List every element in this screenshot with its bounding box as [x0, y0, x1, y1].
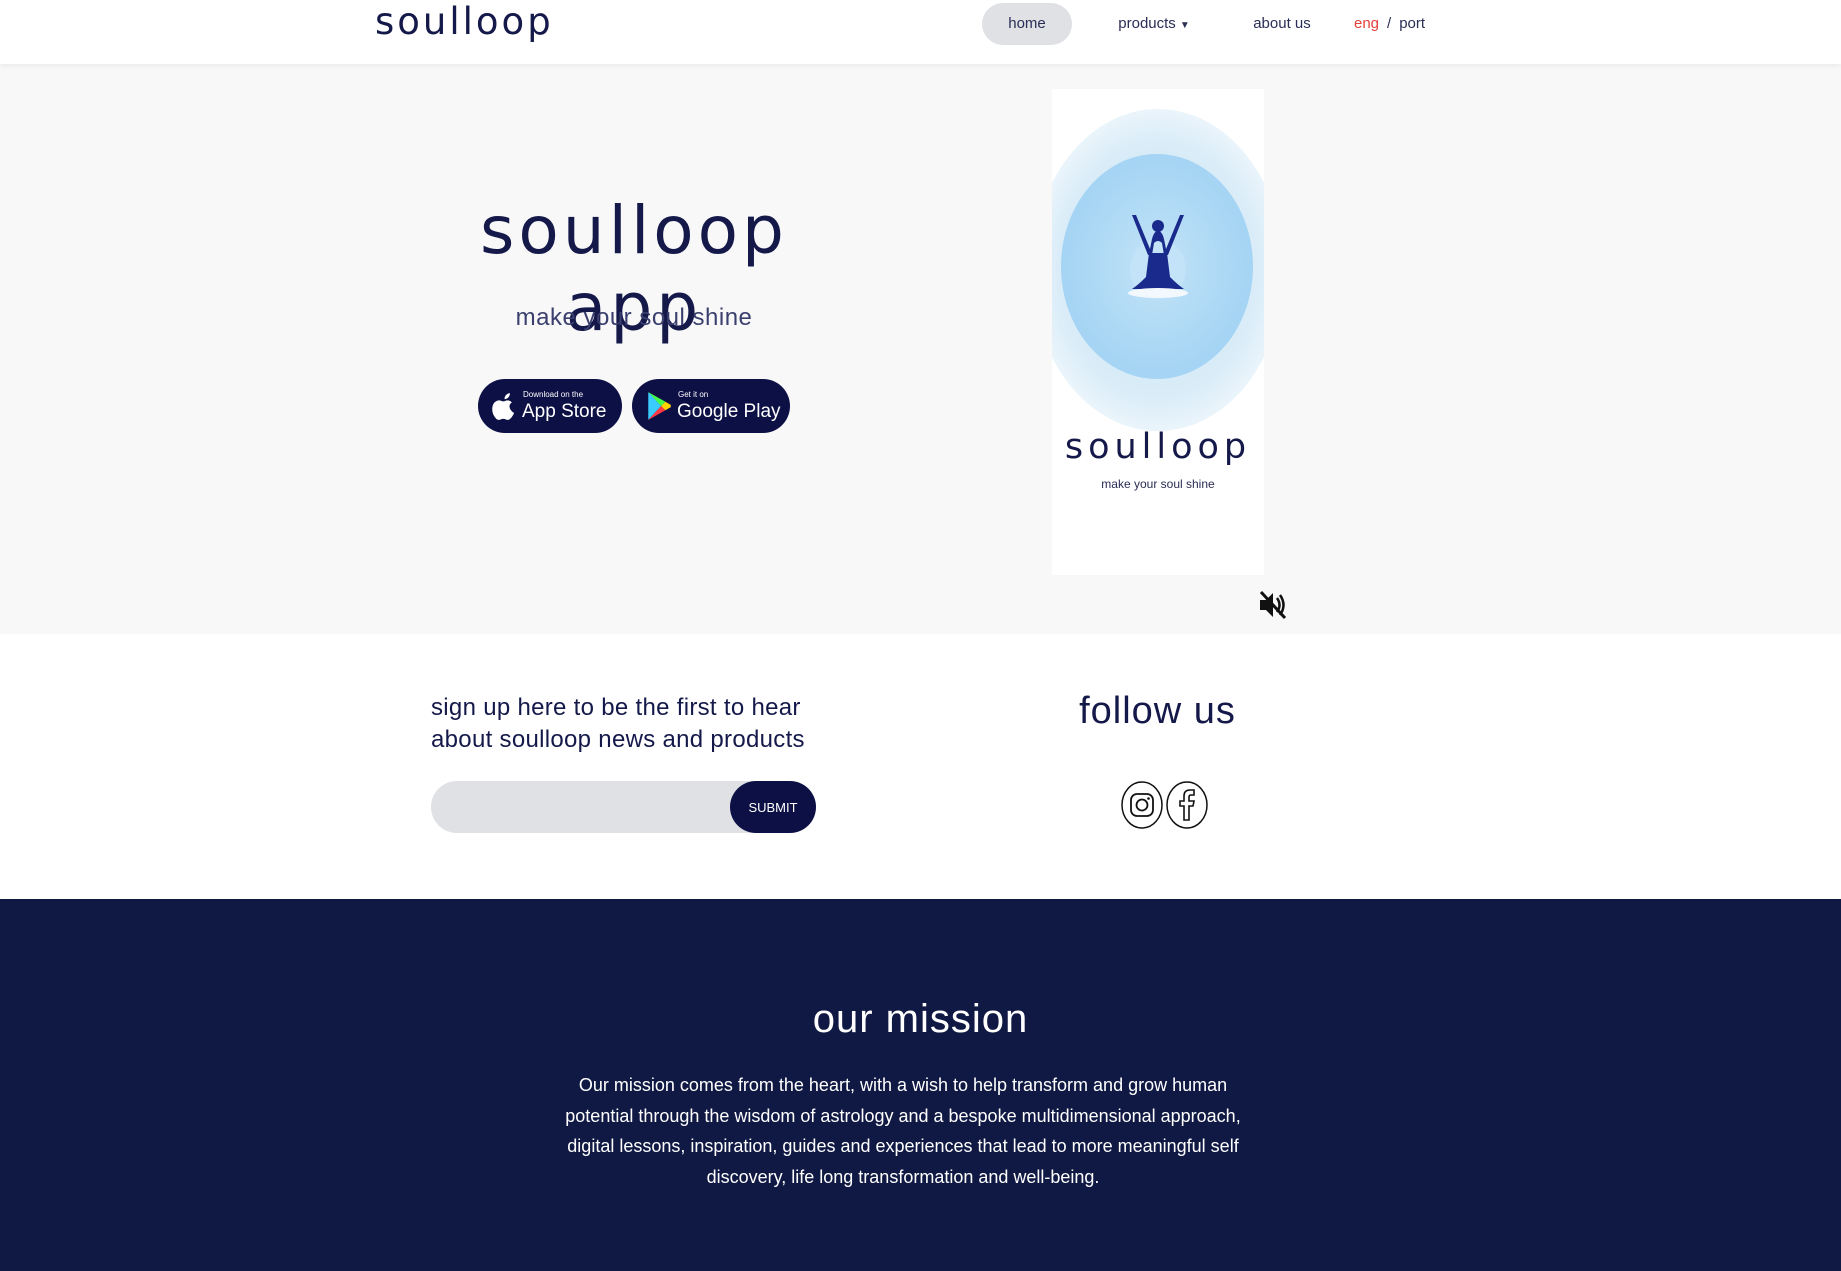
app-store-button[interactable]: Download on the App Store: [478, 379, 622, 433]
meditating-figure-icon: [1128, 215, 1188, 299]
hero-tagline: make your soul shine: [515, 304, 753, 331]
signup-form: SUBMIT: [431, 781, 816, 835]
chevron-down-icon: ▼: [1179, 20, 1190, 31]
hero-section: soulloop app make your soul shine Downlo…: [0, 64, 1841, 634]
google-play-icon: [648, 392, 671, 420]
google-play-label: Google Play: [677, 401, 781, 422]
site-logo[interactable]: soulloop: [375, 0, 554, 43]
nav-home[interactable]: home: [982, 3, 1072, 45]
mission-text: Our mission comes from the heart, with a…: [565, 1075, 1241, 1187]
promo-video[interactable]: soulloop make your soul shine: [1052, 89, 1264, 575]
video-brand: soulloop: [1064, 427, 1252, 467]
nav-about-us[interactable]: about us: [1232, 3, 1332, 45]
email-field[interactable]: [449, 781, 743, 835]
follow-heading: follow us: [1079, 690, 1236, 732]
instagram-icon[interactable]: [1120, 780, 1164, 830]
lang-port-link[interactable]: port: [1399, 15, 1425, 32]
video-tagline: make your soul shine: [1101, 477, 1215, 491]
signup-heading-line1: sign up here to be the first to hear: [431, 694, 801, 721]
signup-heading-line2: about soulloop news and products: [431, 726, 805, 753]
app-store-label: App Store: [522, 401, 607, 422]
mission-section: our mission Our mission comes from the h…: [0, 899, 1841, 1271]
lang-separator: /: [1387, 15, 1392, 32]
site-header: soulloop home products ▼ about us eng / por…: [0, 0, 1841, 64]
google-play-button[interactable]: Get it on Google Play: [632, 379, 790, 433]
language-switcher: eng / port: [1354, 3, 1425, 45]
apple-icon: [492, 393, 515, 420]
google-play-small-text: Get it on: [678, 390, 709, 399]
speaker-muted-icon[interactable]: [1258, 589, 1288, 621]
nav-products-label: products: [1118, 15, 1176, 32]
app-store-small-text: Download on the: [523, 390, 584, 399]
nav-products[interactable]: products ▼: [1104, 3, 1204, 45]
lang-eng-link[interactable]: eng: [1354, 15, 1379, 32]
mission-title: our mission: [812, 997, 1029, 1041]
signup-heading: sign up here to be the first to hear abo…: [431, 692, 851, 756]
submit-button[interactable]: SUBMIT: [730, 781, 816, 833]
facebook-icon[interactable]: [1165, 780, 1209, 830]
